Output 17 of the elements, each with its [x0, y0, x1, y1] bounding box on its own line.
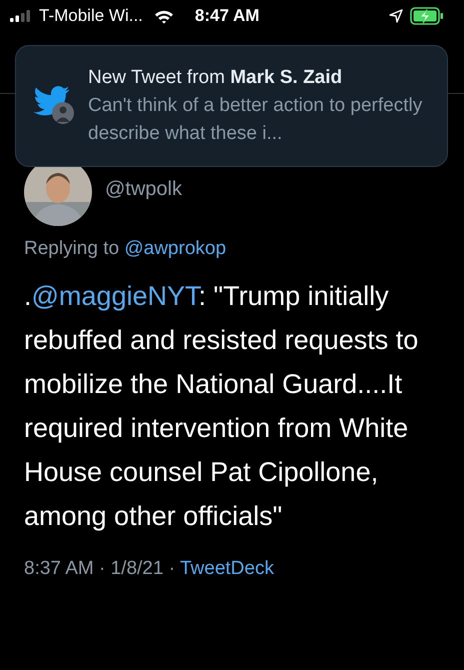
notification-banner[interactable]: New Tweet from Mark S. Zaid Can't think of a better action to perfectly describe what these i...: [15, 45, 448, 167]
location-arrow-icon: [389, 9, 403, 23]
tweet-text: .@maggieNYT: "Trump initially rebuffed and resisted requests to mobilize the National Guard....It required intervention from White House counsel Pat Cipollone, among other officials": [24, 280, 420, 533]
clock-time: 8:47 AM: [194, 6, 260, 26]
signal-icon: [10, 10, 32, 22]
source-link[interactable]: TweetDeck: [180, 558, 274, 579]
carrier-name: T-Mobile Wi...: [39, 6, 143, 26]
wifi-icon: [154, 8, 174, 24]
battery-charging-icon: [410, 7, 444, 25]
notification-title: New Tweet from Mark S. Zaid: [88, 66, 344, 90]
replying-to-label: Replying to: [24, 238, 120, 259]
mention-link[interactable]: @maggieNYT: [32, 281, 198, 311]
bird-icon: [34, 86, 70, 116]
user-handle: @twpolk: [105, 178, 182, 200]
reply-to-link[interactable]: @awprokop: [124, 238, 226, 259]
notification-body: Can't think of a better action to perfectly describe what these i...: [88, 94, 424, 146]
tweet-timestamp: 8:37 AM · 1/8/21 ·: [24, 558, 176, 579]
